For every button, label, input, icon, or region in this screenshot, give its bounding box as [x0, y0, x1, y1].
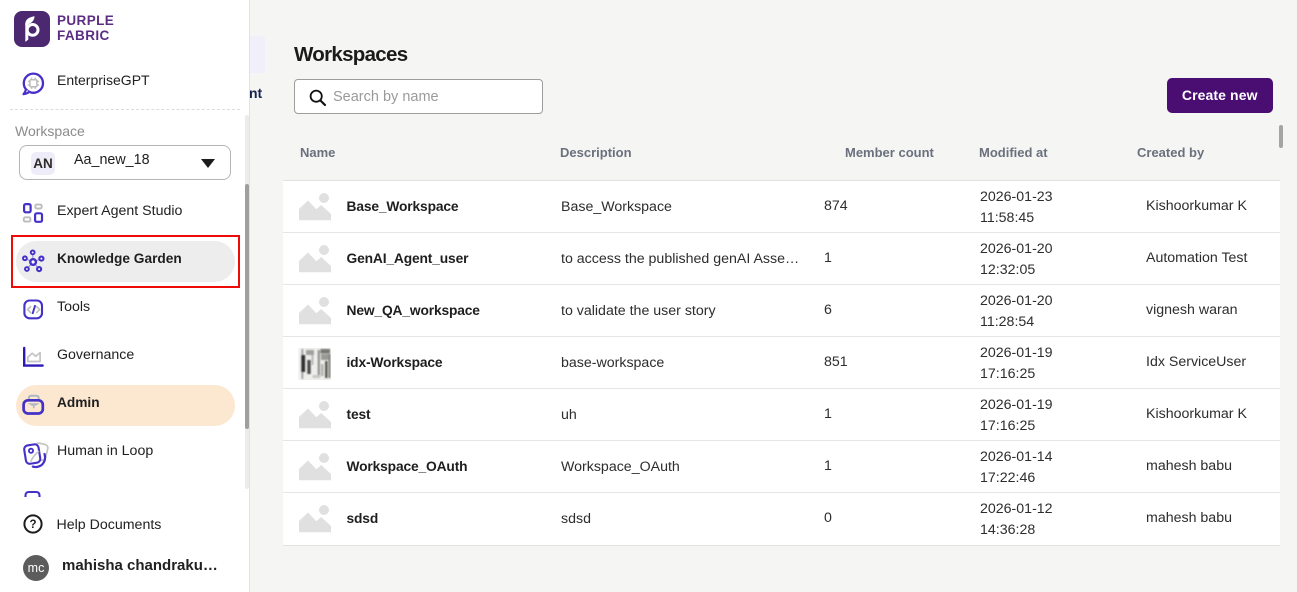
- svg-text:?: ?: [29, 519, 36, 531]
